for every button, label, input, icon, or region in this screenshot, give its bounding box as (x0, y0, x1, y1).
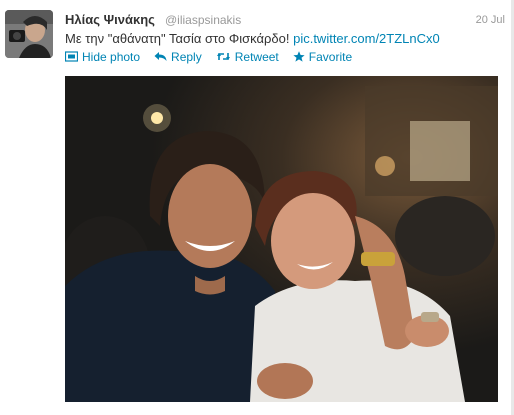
tweet-actions: Hide photo Reply Retweet Favorite (64, 50, 366, 64)
retweet-icon (216, 51, 231, 64)
tweet-body: Με την "αθάνατη" Τασία στο Φισκάρδο! (65, 31, 290, 46)
tweet-photo[interactable] (65, 76, 498, 402)
retweet-label: Retweet (234, 50, 279, 64)
photo-link[interactable]: pic.twitter.com/2TZLnCx0 (293, 31, 440, 46)
retweet-button[interactable]: Retweet (216, 50, 279, 64)
favorite-button[interactable]: Favorite (293, 50, 352, 64)
reply-label: Reply (171, 50, 202, 64)
photo-icon (64, 50, 79, 64)
hide-photo-button[interactable]: Hide photo (64, 50, 141, 64)
favorite-label: Favorite (308, 50, 353, 64)
reply-arrow-icon (154, 51, 167, 64)
avatar[interactable] (5, 10, 53, 58)
hide-photo-label: Hide photo (82, 50, 141, 64)
reply-button[interactable]: Reply (154, 50, 202, 64)
display-name[interactable]: Ηλίας Ψινάκης (65, 12, 155, 27)
star-icon (293, 50, 305, 64)
tweet-text: Με την "αθάνατη" Τασία στο Φισκάρδο! pic… (65, 31, 440, 46)
username-handle[interactable]: @iliaspsinakis (165, 13, 241, 27)
tweet-timestamp[interactable]: 20 Jul (476, 14, 505, 26)
